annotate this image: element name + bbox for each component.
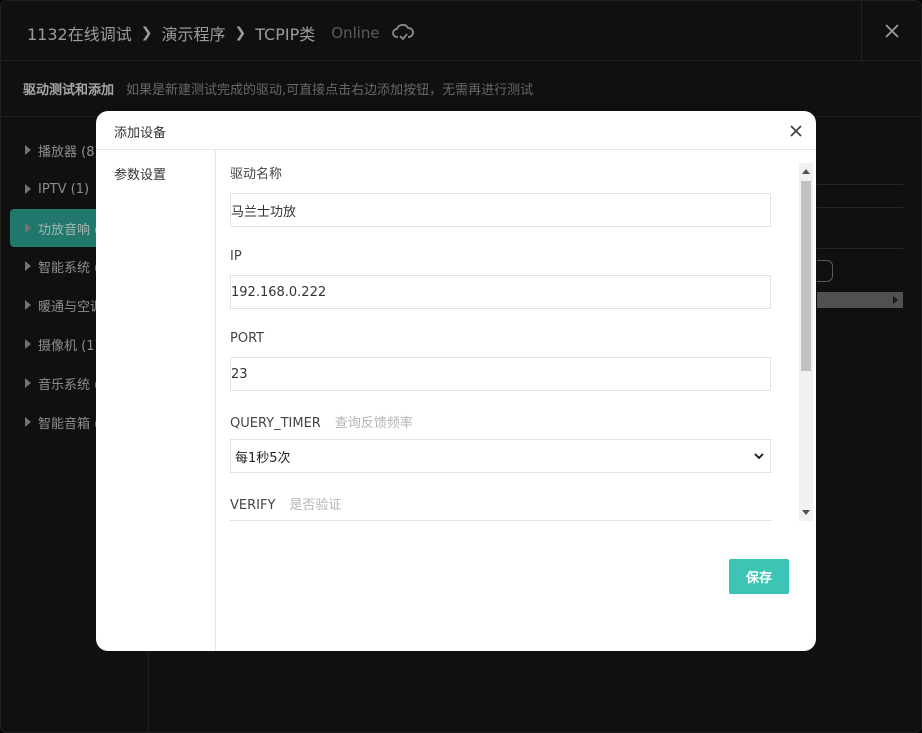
query-timer-label: QUERY_TIMER 查询反馈频率 [230,412,413,431]
driver-name-input[interactable]: 马兰士功放 [230,193,771,227]
port-value: 23 [231,366,248,382]
port-input[interactable]: 23 [230,357,771,391]
query-timer-hint: 查询反馈频率 [334,416,413,431]
scroll-up-icon[interactable] [802,169,810,174]
verify-label: VERIFY 是否验证 [230,494,341,513]
port-label: PORT [230,331,265,346]
dialog-title: 添加设备 [114,126,167,141]
query-timer-value: 每1秒5次 [235,450,291,466]
dialog-tabs: 参数设置 [96,150,216,651]
form-scrollbar[interactable] [799,163,813,521]
driver-name-label: 驱动名称 [230,167,283,182]
ip-value: 192.168.0.222 [231,284,327,300]
tab-parameter-settings[interactable]: 参数设置 [114,164,166,183]
close-icon [790,125,802,137]
verify-hint: 是否验证 [289,498,342,513]
ip-input[interactable]: 192.168.0.222 [230,275,771,309]
dialog-header: 添加设备 [96,111,816,150]
save-button[interactable]: 保存 [729,559,789,594]
scrollbar-thumb[interactable] [801,181,811,371]
verify-label-text: VERIFY [230,498,276,513]
dialog-close-button[interactable] [788,123,804,139]
ip-label: IP [230,249,242,264]
add-device-dialog: 添加设备 参数设置 驱动名称 马兰士功放 IP 192.168.0.222 PO… [96,111,816,651]
driver-name-value: 马兰士功放 [231,204,297,220]
verify-input[interactable] [230,520,771,521]
chevron-down-icon [754,453,764,460]
query-timer-select[interactable]: 每1秒5次 [230,439,771,473]
scroll-down-icon[interactable] [802,510,810,515]
parameter-form: 驱动名称 马兰士功放 IP 192.168.0.222 PORT 23 QUER… [216,150,796,521]
query-timer-label-text: QUERY_TIMER [230,416,321,431]
